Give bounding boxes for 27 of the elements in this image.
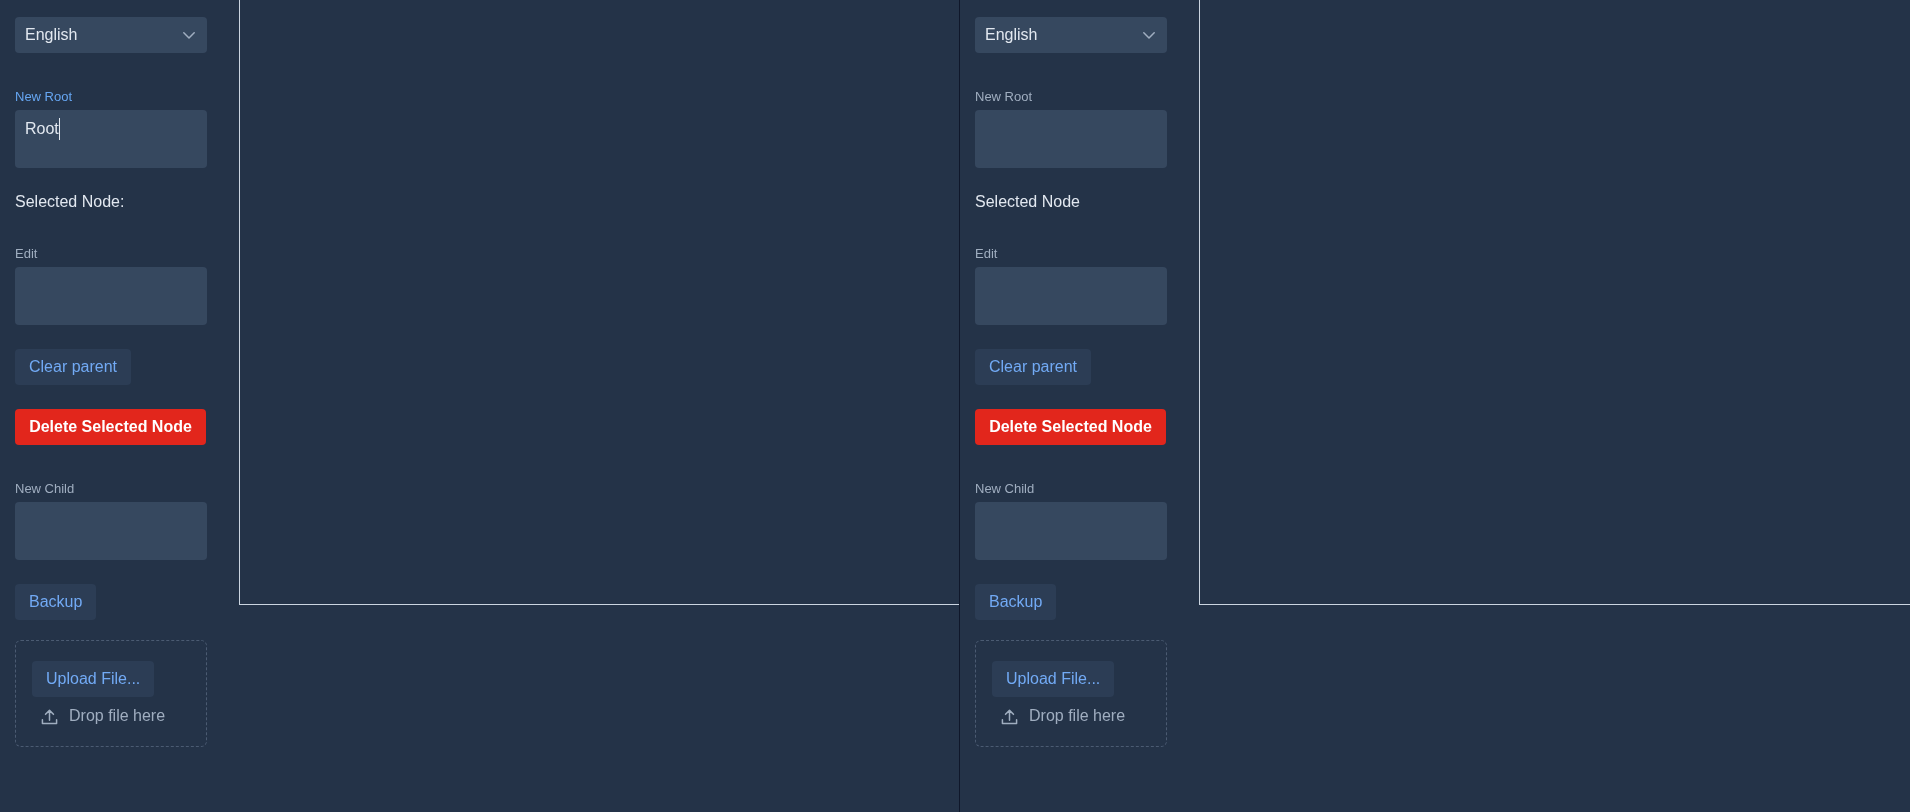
upload-file-button[interactable]: Upload File... [32, 661, 155, 697]
field-label: Edit [15, 246, 39, 262]
chevron-down-icon [183, 31, 195, 39]
field-label: Edit [975, 246, 999, 262]
field-label: New Child [975, 481, 1036, 497]
language-select[interactable]: English [15, 17, 207, 53]
chevron-down-icon [1143, 31, 1155, 39]
clear-parent-button[interactable]: Clear parent [15, 349, 132, 385]
drop-zone[interactable]: Upload File... Drop file here [15, 640, 207, 747]
upload-file-button[interactable]: Upload File... [992, 661, 1115, 697]
selected-node-label: Selected Node [975, 192, 1080, 212]
drop-zone[interactable]: Upload File... Drop file here [975, 640, 1167, 747]
clear-parent-button[interactable]: Clear parent [975, 349, 1092, 385]
upload-icon [41, 707, 58, 725]
backup-button[interactable]: Backup [975, 584, 1057, 620]
delete-node-button[interactable]: Delete Selected Node [975, 409, 1166, 445]
field-label: New Child [15, 481, 76, 497]
field-label: New Root [975, 89, 1034, 105]
upload-icon [1001, 707, 1018, 725]
drop-hint: Drop file here [1029, 706, 1126, 726]
field-label: New Root [15, 89, 74, 105]
drop-hint: Drop file here [69, 706, 166, 726]
delete-node-button[interactable]: Delete Selected Node [15, 409, 206, 445]
language-select[interactable]: English [975, 17, 1167, 53]
text-field[interactable]: Root [15, 110, 207, 168]
selected-node-label: Selected Node: [15, 192, 125, 212]
backup-button[interactable]: Backup [15, 584, 97, 620]
